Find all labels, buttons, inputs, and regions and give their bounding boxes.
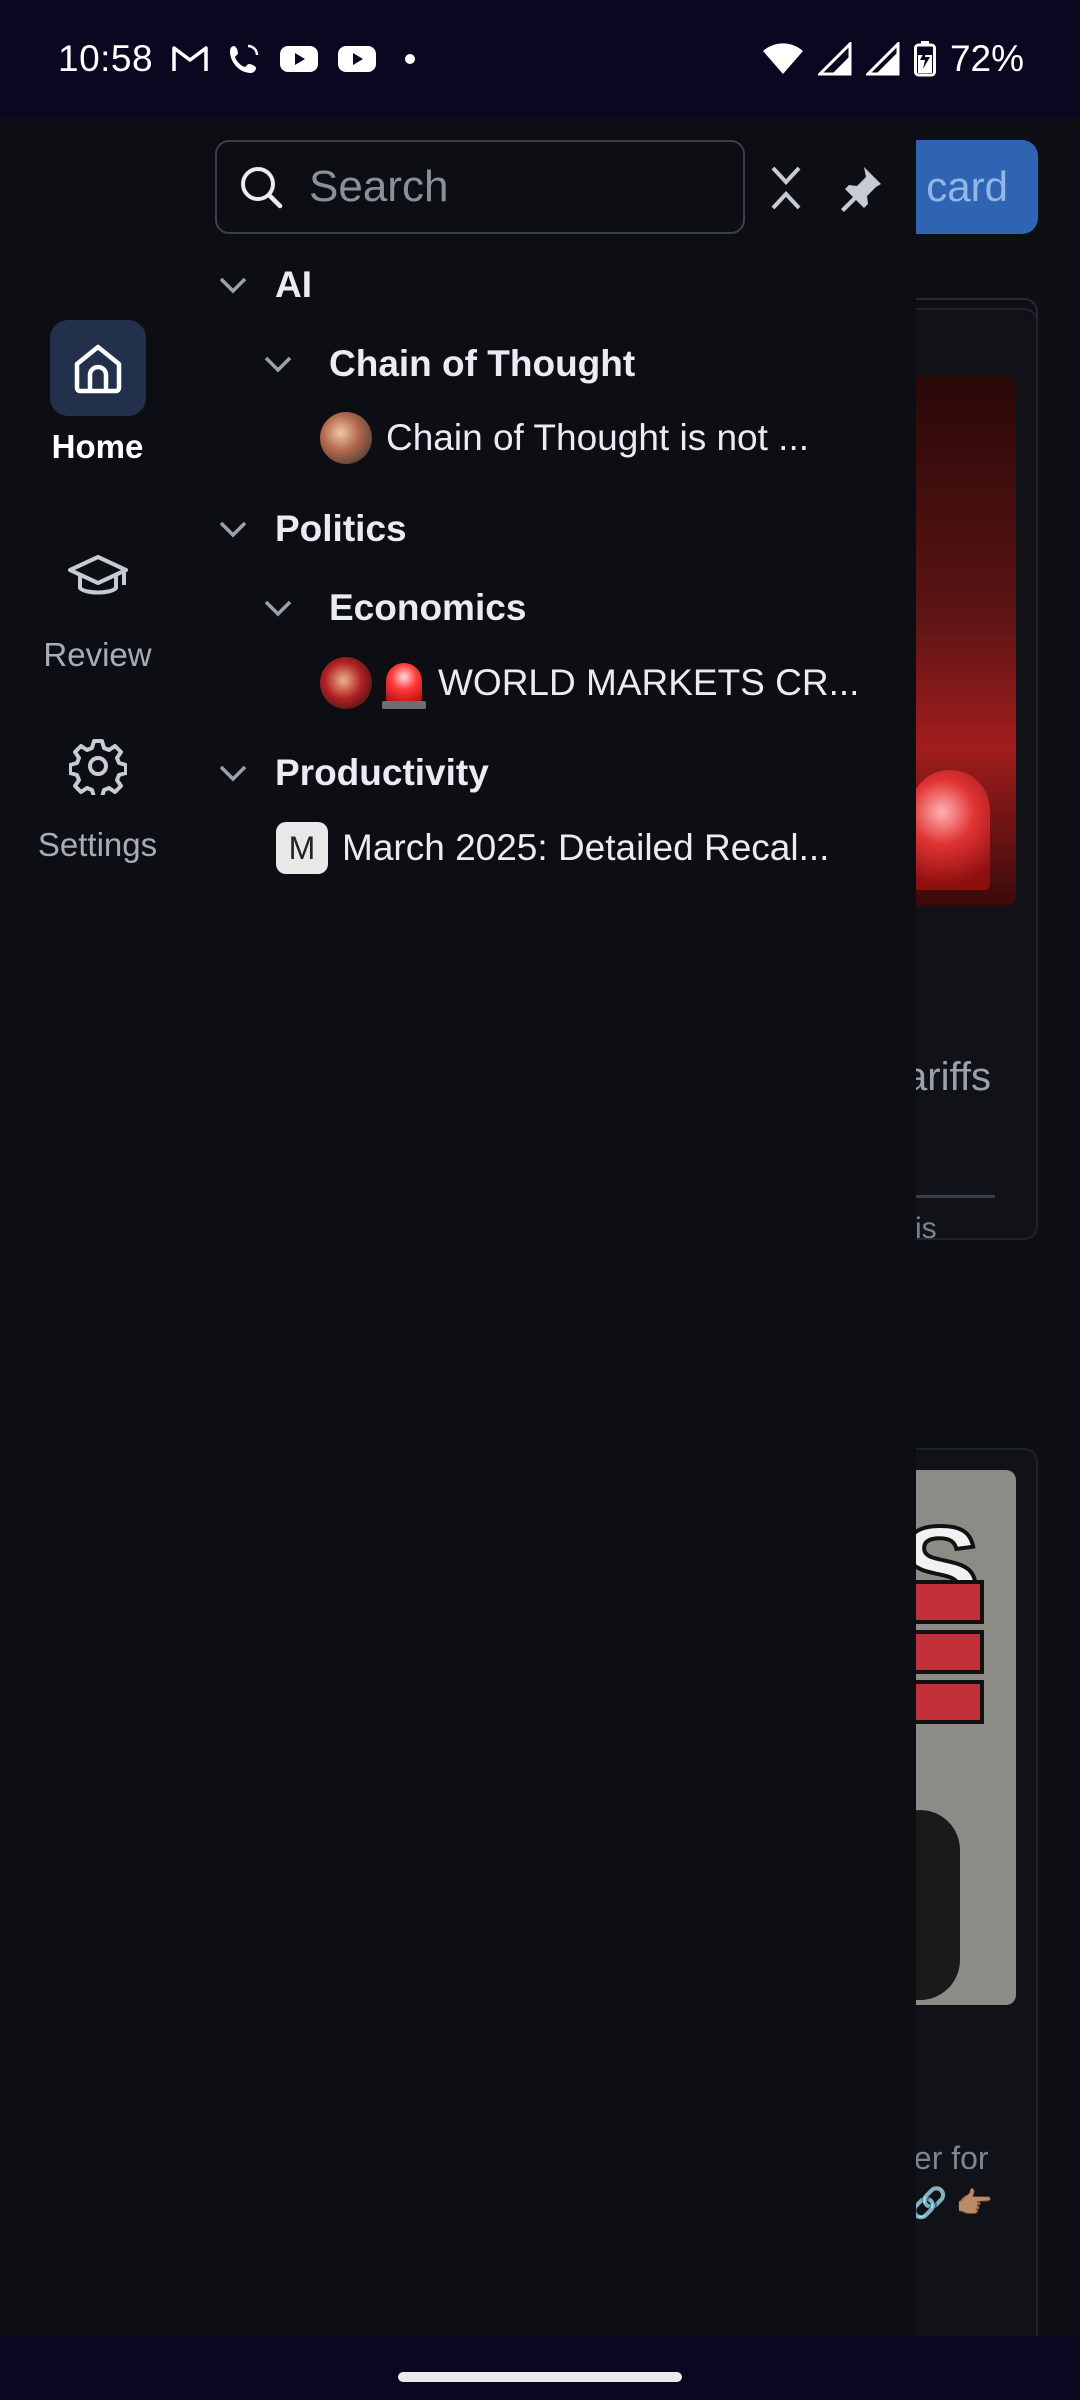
folder-label: Economics bbox=[329, 587, 527, 628]
tree-folder-economics[interactable]: Economics bbox=[258, 587, 526, 629]
doc-thumbnail-avatar bbox=[320, 657, 372, 709]
collapse-all-button[interactable] bbox=[762, 162, 810, 214]
navigation-rail: Home Review Settings bbox=[0, 118, 195, 2336]
folder-label: Productivity bbox=[275, 752, 489, 793]
chevron-down-icon[interactable] bbox=[258, 588, 298, 628]
doc-title: Chain of Thought is not ... bbox=[386, 417, 810, 458]
rail-item-settings[interactable]: Settings bbox=[0, 718, 195, 864]
tree-doc-march-2025[interactable]: M March 2025: Detailed Recal... bbox=[276, 818, 829, 878]
home-icon-container bbox=[49, 320, 146, 416]
chevron-down-icon[interactable] bbox=[213, 753, 253, 793]
youtube-icon bbox=[280, 46, 319, 72]
rail-item-home[interactable]: Home bbox=[0, 320, 195, 466]
tree-folder-productivity[interactable]: Productivity bbox=[213, 752, 489, 794]
search-field[interactable] bbox=[215, 140, 745, 234]
tree-folder-politics[interactable]: Politics bbox=[213, 508, 407, 550]
status-bar: 10:58 72% bbox=[0, 0, 1080, 118]
pin-button[interactable] bbox=[835, 160, 885, 216]
add-card-label: card bbox=[926, 163, 1008, 210]
pin-icon bbox=[841, 167, 881, 212]
siren-image bbox=[910, 770, 990, 890]
home-icon bbox=[74, 344, 121, 394]
doc-thumbnail-avatar bbox=[320, 412, 372, 464]
system-icons: 72% bbox=[762, 38, 1024, 80]
chevron-down-icon[interactable] bbox=[213, 265, 253, 305]
chevron-down-icon[interactable] bbox=[213, 509, 253, 549]
doc-letter-avatar: M bbox=[276, 822, 328, 874]
signal-icon bbox=[817, 42, 852, 76]
review-icon-container bbox=[50, 528, 146, 624]
phone-call-icon bbox=[230, 44, 259, 73]
divider bbox=[905, 1195, 995, 1198]
card-subtitle: is bbox=[915, 1212, 937, 1245]
siren-emoji-icon bbox=[382, 663, 426, 709]
doc-title: March 2025: Detailed Recal... bbox=[342, 827, 830, 868]
status-time: 10:58 bbox=[58, 38, 154, 79]
card-description: ter for bbox=[905, 2140, 989, 2176]
tree-folder-ai[interactable]: AI bbox=[213, 264, 312, 306]
rail-label-review: Review bbox=[43, 636, 152, 673]
gear-icon bbox=[68, 739, 127, 795]
wifi-icon bbox=[762, 43, 803, 74]
battery-charging-icon bbox=[913, 41, 936, 77]
rail-label-settings: Settings bbox=[37, 826, 158, 863]
more-notifications-dot-icon bbox=[405, 54, 416, 64]
notification-icons bbox=[171, 42, 416, 76]
card-thumbnail: S bbox=[900, 1470, 1016, 2005]
signal-icon bbox=[865, 42, 900, 76]
search-icon bbox=[241, 167, 283, 209]
battery-percent: 72% bbox=[949, 38, 1024, 79]
youtube-icon bbox=[338, 46, 377, 72]
system-navigation-bar bbox=[0, 2336, 1080, 2400]
tree-doc-world-markets[interactable]: WORLD MARKETS CR... bbox=[320, 653, 859, 713]
doc-title: WORLD MARKETS CR... bbox=[438, 662, 860, 703]
folder-label: AI bbox=[275, 264, 312, 305]
gmail-icon bbox=[172, 46, 208, 71]
chevron-down-icon[interactable] bbox=[258, 344, 298, 384]
home-gesture-handle[interactable] bbox=[398, 2372, 682, 2382]
tree-folder-chain-of-thought[interactable]: Chain of Thought bbox=[258, 343, 635, 385]
tree-doc-chain-of-thought[interactable]: Chain of Thought is not ... bbox=[320, 408, 809, 468]
rail-label-home: Home bbox=[51, 428, 144, 465]
card-title: ariffs bbox=[905, 1055, 991, 1099]
graduation-cap-icon bbox=[67, 555, 128, 595]
rail-item-review[interactable]: Review bbox=[0, 528, 195, 674]
collapse-all-icon bbox=[771, 166, 801, 210]
folder-label: Chain of Thought bbox=[329, 343, 636, 384]
settings-icon-container bbox=[50, 718, 146, 814]
folder-label: Politics bbox=[275, 508, 407, 549]
card-description: 🔗 👉🏽 bbox=[910, 2187, 994, 2220]
search-input[interactable] bbox=[307, 161, 731, 213]
navigation-drawer: Home Review Settings Search AI Chain of … bbox=[0, 118, 916, 2336]
